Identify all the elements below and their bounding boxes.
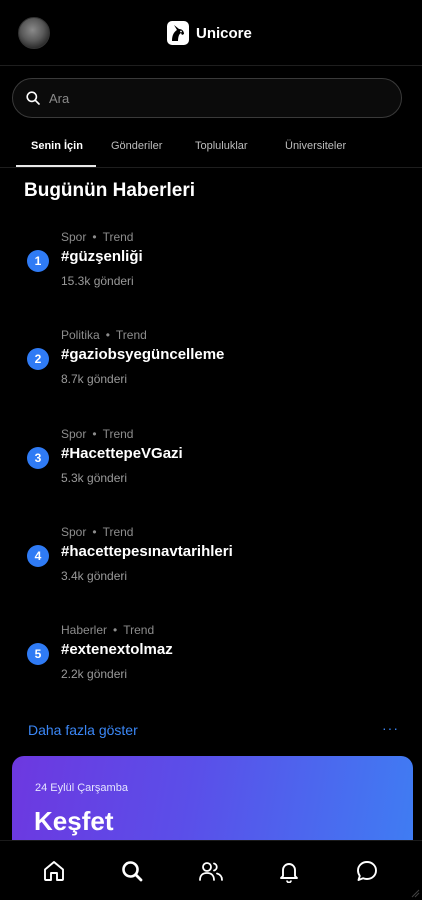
trend-badge: Trend [115,328,147,342]
trend-meta: Spor • Trend [61,230,134,244]
trend-item[interactable]: Politika • Trend 2 #gaziobsyegüncelleme 8.… [0,328,422,408]
home-icon [44,861,64,881]
trend-badge: Trend [102,427,134,441]
more-options-icon[interactable]: ··· [382,720,399,736]
trend-item[interactable]: Haberler • Trend 5 #extenextolmaz 2.2k gön… [0,623,422,703]
trend-hashtag[interactable]: #gaziobsyegüncelleme [61,346,224,363]
trend-rank-badge: 3 [27,447,49,469]
trend-hashtag[interactable]: #hacettepesınavtarihleri [61,543,233,560]
trend-hashtag[interactable]: #güzşenliği [61,248,143,265]
discover-title: Keşfet [34,806,114,836]
trend-category: Spor [61,525,87,539]
trend-category: Spor [61,427,87,441]
section-title: Bugünün Haberleri [24,180,196,201]
trend-hashtag[interactable]: #HacettepeVGazi [61,445,183,462]
bell-icon [280,863,298,883]
users-icon [199,862,223,881]
nav-home-button[interactable] [40,857,68,885]
trend-item[interactable]: Spor • Trend 3 #HacettepeVGazi 5.3k gönder… [0,427,422,507]
tab-topluluklar[interactable]: Topluluklar [195,140,248,152]
show-more-link[interactable]: Daha fazla göster [28,722,138,738]
app-header: Unicore [0,0,422,66]
search-input[interactable] [49,90,369,106]
trend-meta: Politika • Trend [61,328,147,342]
trend-rank-badge: 5 [27,643,49,665]
trend-rank-badge: 1 [27,250,49,272]
tab-bar: Senin İçin Gönderiler Topluluklar Üniver… [0,130,422,168]
trend-post-count: 3.4k gönderi [61,569,128,583]
brand[interactable]: Unicore [166,19,252,47]
tab-universiteler[interactable]: Üniversiteler [285,140,346,152]
trend-badge: Trend [102,525,134,539]
active-tab-indicator [16,165,96,167]
chat-icon [357,861,377,881]
nav-search-button[interactable] [118,857,146,885]
trend-post-count: 8.7k gönderi [61,372,128,386]
trend-post-count: 15.3k gönderi [61,274,134,288]
trend-hashtag[interactable]: #extenextolmaz [61,641,173,658]
trend-rank-badge: 4 [27,545,49,567]
nav-notifications-button[interactable] [275,857,303,885]
trend-meta: Haberler • Trend [61,623,155,637]
trend-meta: Spor • Trend [61,525,134,539]
search-icon [26,91,40,105]
trend-badge: Trend [123,623,155,637]
trend-item[interactable]: Spor • Trend 1 #güzşenliği 15.3k gönderi [0,230,422,310]
trend-rank-badge: 2 [27,348,49,370]
tab-gonderiler[interactable]: Gönderiler [111,140,162,152]
trend-category: Politika [61,328,100,342]
trend-category: Haberler [61,623,108,637]
trend-post-count: 2.2k gönderi [61,667,128,681]
discover-date: 24 Eylül Çarşamba [35,782,128,794]
brand-name: Unicore [196,24,252,42]
tab-senin-icin[interactable]: Senin İçin [31,140,83,152]
trend-meta: Spor • Trend [61,427,134,441]
trend-category: Spor [61,230,87,244]
nav-communities-button[interactable] [197,857,225,885]
avatar[interactable] [18,17,50,49]
trend-badge: Trend [102,230,134,244]
unicorn-logo-icon [167,21,189,45]
search-icon [122,861,143,882]
search-bar[interactable] [12,78,402,118]
resize-corner-icon [411,889,420,898]
trend-item[interactable]: Spor • Trend 4 #hacettepesınavtarihleri 3.… [0,525,422,605]
nav-messages-button[interactable] [353,857,381,885]
bottom-navigation [0,840,422,900]
trend-post-count: 5.3k gönderi [61,471,128,485]
